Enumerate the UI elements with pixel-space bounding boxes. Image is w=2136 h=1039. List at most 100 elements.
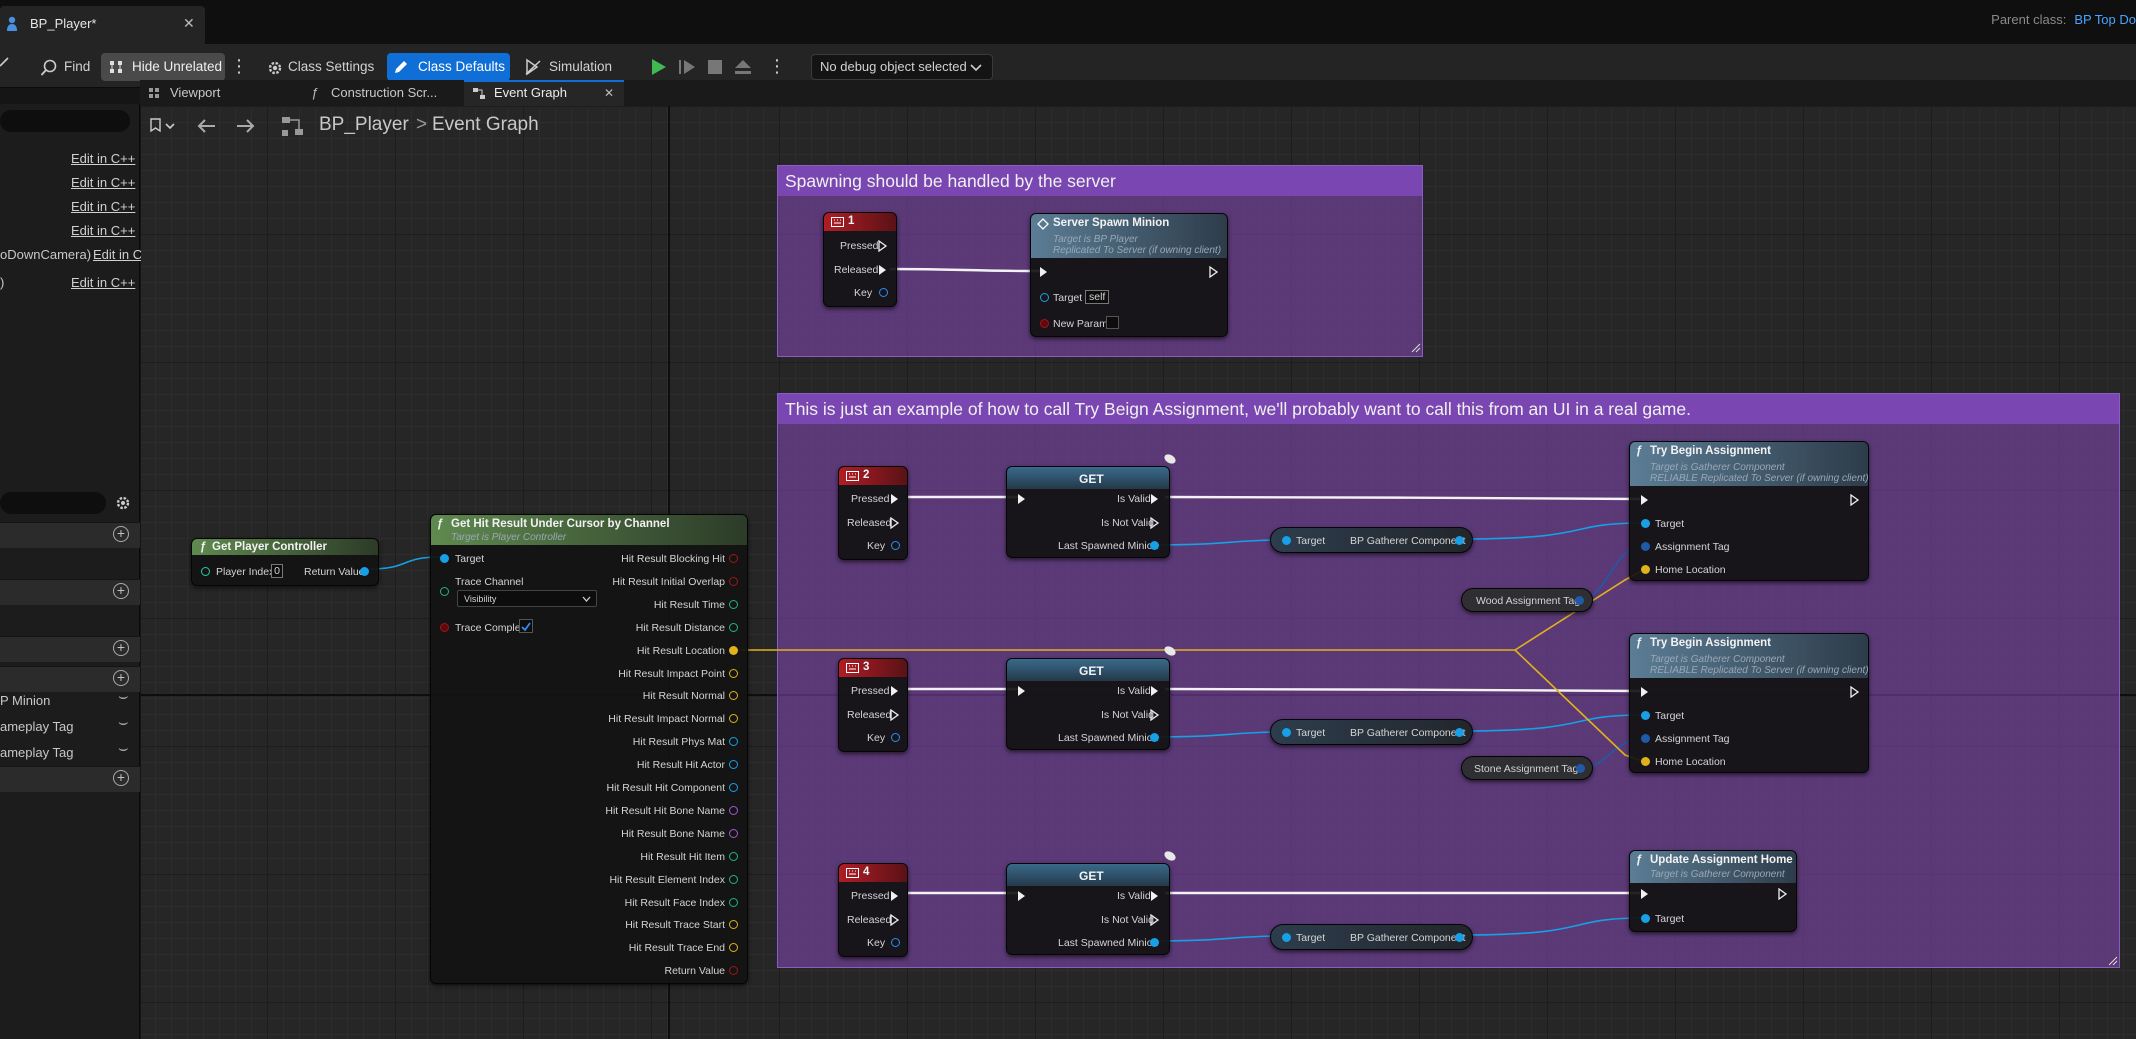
- last-spawned-minion-pin[interactable]: [1150, 733, 1159, 742]
- key-pin[interactable]: [891, 938, 900, 947]
- find-button[interactable]: Find: [36, 53, 94, 81]
- exec-in-pin[interactable]: [1640, 888, 1650, 900]
- section-header[interactable]: +: [0, 766, 140, 792]
- close-tab-icon[interactable]: ✕: [183, 15, 195, 32]
- comment-server-title[interactable]: Spawning should be handled by the server: [778, 166, 1422, 196]
- node-key4[interactable]: 4 Pressed Released Key: [838, 863, 908, 957]
- comment-resize-icon[interactable]: [1411, 343, 1421, 353]
- exec-in-pin[interactable]: [1640, 494, 1650, 506]
- home-location-pin[interactable]: [1641, 565, 1650, 574]
- node-stone-assignment-tag[interactable]: Stone Assignment Tag: [1461, 756, 1593, 780]
- hit-result-output-pin[interactable]: [729, 714, 738, 724]
- edit-in-cpp-link[interactable]: Edit in C: [93, 244, 142, 266]
- node-get-hit-result[interactable]: ƒ Get Hit Result Under Cursor by Channel…: [430, 514, 748, 984]
- stop-icon[interactable]: [707, 59, 723, 75]
- target-pin[interactable]: [1282, 728, 1291, 737]
- node-wood-assignment-tag[interactable]: Wood Assignment Tag: [1461, 588, 1593, 612]
- trace-complex-pin[interactable]: [440, 623, 449, 632]
- trace-complex-checkbox[interactable]: [519, 619, 533, 633]
- node-update-assignment-home[interactable]: ƒ Update Assignment Home Target is Gathe…: [1629, 850, 1797, 932]
- wood-tag-pin[interactable]: [1575, 596, 1584, 605]
- bookmark-dropdown-icon[interactable]: [150, 118, 180, 134]
- breadcrumb-blueprint[interactable]: BP_Player: [319, 114, 409, 136]
- simulation-button[interactable]: Simulation: [520, 53, 616, 81]
- node-cast-gatherer-component[interactable]: Target BP Gatherer Component: [1270, 924, 1473, 950]
- is-not-valid-exec-pin[interactable]: [1150, 709, 1160, 721]
- player-index-input[interactable]: 0: [271, 564, 283, 578]
- is-valid-exec-pin[interactable]: [1150, 685, 1160, 697]
- exec-out-pin[interactable]: [1850, 494, 1860, 506]
- add-icon[interactable]: +: [113, 640, 129, 656]
- section-header[interactable]: +: [0, 636, 140, 662]
- target-pin[interactable]: [1641, 914, 1650, 923]
- variable-row[interactable]: ameplay Tag ⌣: [0, 714, 140, 738]
- node-get-validated[interactable]: GET Is Valid Is Not Valid Last Spawned Mini…: [1006, 658, 1170, 750]
- variable-row[interactable]: P Minion ⌣: [0, 688, 140, 712]
- exec-in-pin[interactable]: [1017, 890, 1027, 902]
- node-cast-gatherer-component[interactable]: Target BP Gatherer Component: [1270, 719, 1473, 745]
- target-pin[interactable]: [1282, 933, 1291, 942]
- key-pin[interactable]: [891, 541, 900, 550]
- exec-in-pin[interactable]: [1017, 493, 1027, 505]
- target-pin[interactable]: [1040, 293, 1049, 302]
- edit-in-cpp-link[interactable]: Edit in C++: [71, 148, 135, 170]
- target-pin[interactable]: [1641, 711, 1650, 720]
- hit-result-output-pin[interactable]: [729, 851, 738, 861]
- hit-result-output-pin[interactable]: [729, 828, 738, 838]
- frame-skip-icon[interactable]: [679, 59, 697, 75]
- assignment-tag-pin[interactable]: [1641, 542, 1650, 551]
- checkmark-icon[interactable]: [0, 56, 10, 76]
- new-param-checkbox[interactable]: [1106, 316, 1119, 329]
- hit-result-output-pin[interactable]: [729, 805, 738, 815]
- key-pin[interactable]: [891, 733, 900, 742]
- component-pin[interactable]: [1455, 536, 1464, 545]
- hide-unrelated-button[interactable]: Hide Unrelated: [101, 53, 225, 81]
- pressed-exec-pin[interactable]: [890, 493, 900, 505]
- edit-in-cpp-link[interactable]: Edit in C++: [71, 220, 135, 242]
- pressed-exec-pin[interactable]: [878, 240, 888, 252]
- node-cast-gatherer-component[interactable]: Target BP Gatherer Component: [1270, 527, 1473, 553]
- edit-in-cpp-link[interactable]: Edit in C++: [71, 272, 135, 294]
- exec-out-pin[interactable]: [1778, 888, 1788, 900]
- hit-result-output-pin[interactable]: [729, 668, 738, 678]
- section-header[interactable]: +: [0, 579, 140, 605]
- edit-in-cpp-link[interactable]: Edit in C++: [71, 196, 135, 218]
- add-icon[interactable]: +: [113, 526, 129, 542]
- debug-object-select[interactable]: No debug object selected: [811, 54, 993, 80]
- play-options-icon[interactable]: ⋮: [768, 53, 786, 81]
- back-arrow-icon[interactable]: [197, 118, 217, 134]
- hit-result-output-pin[interactable]: [729, 576, 738, 586]
- exec-in-pin[interactable]: [1039, 266, 1049, 278]
- pressed-exec-pin[interactable]: [890, 685, 900, 697]
- target-pin[interactable]: [1641, 519, 1650, 528]
- target-pin[interactable]: [1282, 536, 1291, 545]
- return-value-pin[interactable]: [360, 567, 369, 576]
- hide-unrelated-options-icon[interactable]: ⋮: [230, 53, 248, 81]
- hit-result-output-pin[interactable]: [729, 897, 738, 907]
- document-tab[interactable]: BP_Player* ✕: [0, 6, 205, 44]
- released-exec-pin[interactable]: [890, 517, 900, 529]
- trace-channel-select[interactable]: Visibility: [457, 590, 597, 607]
- key-pin[interactable]: [879, 288, 888, 297]
- exec-in-pin[interactable]: [1640, 686, 1650, 698]
- hit-result-output-pin[interactable]: [729, 920, 738, 930]
- hit-result-output-pin[interactable]: [729, 874, 738, 884]
- visibility-eye-icon[interactable]: ⌣: [118, 738, 129, 760]
- node-get-validated[interactable]: GET Is Valid Is Not Valid Last Spawned Mini…: [1006, 863, 1170, 955]
- hit-result-output-pin[interactable]: [729, 691, 738, 701]
- hit-result-output-pin[interactable]: [729, 943, 738, 953]
- target-self-input[interactable]: self: [1085, 290, 1110, 304]
- visibility-eye-icon[interactable]: ⌣: [118, 686, 129, 708]
- close-tab-event-graph-icon[interactable]: ✕: [604, 82, 614, 104]
- hit-result-output-pin[interactable]: [729, 737, 738, 747]
- exec-in-pin[interactable]: [1017, 685, 1027, 697]
- is-not-valid-exec-pin[interactable]: [1150, 914, 1160, 926]
- section-header[interactable]: +: [0, 522, 140, 548]
- is-valid-exec-pin[interactable]: [1150, 493, 1160, 505]
- is-valid-exec-pin[interactable]: [1150, 890, 1160, 902]
- hit-result-output-pin[interactable]: [729, 554, 738, 563]
- exec-out-pin[interactable]: [1850, 686, 1860, 698]
- stone-tag-pin[interactable]: [1576, 764, 1585, 773]
- add-variable-icon[interactable]: +: [113, 670, 129, 686]
- details-search-input[interactable]: [0, 110, 130, 132]
